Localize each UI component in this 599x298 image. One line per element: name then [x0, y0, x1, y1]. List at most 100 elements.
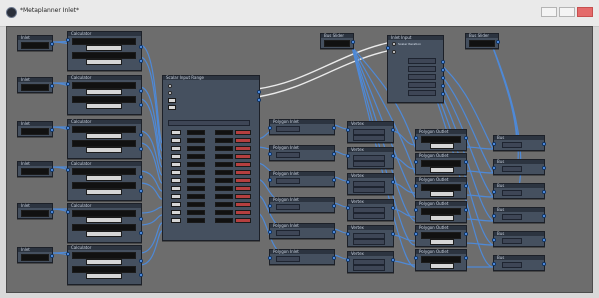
bus-node[interactable]: Bus — [492, 207, 546, 223]
outlet-port-icon[interactable] — [441, 68, 445, 72]
compile-button[interactable] — [86, 59, 122, 65]
row-max-field[interactable] — [235, 162, 251, 167]
inlet-port-icon[interactable] — [492, 190, 496, 194]
outlet-port-icon[interactable] — [542, 214, 546, 218]
value-field[interactable] — [276, 256, 300, 262]
row-enable-icon[interactable] — [171, 194, 181, 199]
compile-button[interactable] — [86, 103, 122, 109]
outlet-port-icon[interactable] — [464, 136, 468, 140]
row-value-field[interactable] — [187, 186, 205, 191]
outlet-port-icon[interactable] — [441, 76, 445, 80]
inlet-port-icon[interactable] — [268, 178, 272, 182]
polygon-inlet-node[interactable]: Polygon Inlet — [268, 197, 336, 213]
table-row[interactable] — [171, 162, 263, 168]
compile-button[interactable] — [86, 45, 122, 51]
compile-button[interactable] — [430, 167, 454, 173]
outlet-port-icon[interactable] — [139, 89, 143, 93]
vertex-node[interactable]: Vertex — [346, 173, 395, 195]
outlet-port-icon[interactable] — [542, 262, 546, 266]
table-row[interactable] — [171, 138, 263, 144]
row-enable-icon[interactable] — [171, 210, 181, 215]
calculator-node[interactable]: Calculator — [66, 75, 143, 115]
value-field[interactable] — [21, 42, 49, 49]
row-max-field[interactable] — [235, 146, 251, 151]
row-max-field[interactable] — [235, 218, 251, 223]
outlet-port-icon[interactable] — [464, 160, 468, 164]
radio-icon[interactable] — [392, 42, 396, 46]
param-node[interactable]: Inlet — [17, 161, 54, 177]
expression-field[interactable] — [72, 126, 136, 133]
outlet-port-icon[interactable] — [542, 238, 546, 242]
row-value-field[interactable] — [187, 162, 205, 167]
polygon-inlet-node[interactable]: Polygon Inlet — [268, 223, 336, 239]
compile-button[interactable] — [86, 231, 122, 237]
compile-button[interactable] — [86, 217, 122, 223]
bus-node[interactable]: Bus — [492, 183, 546, 199]
bus-node[interactable]: Bus — [492, 231, 546, 247]
outlet-port-icon[interactable] — [542, 190, 546, 194]
toggle-button[interactable] — [168, 105, 176, 110]
outlet-port-icon[interactable] — [332, 178, 336, 182]
value-field[interactable] — [353, 265, 385, 271]
outlet-port-icon[interactable] — [332, 152, 336, 156]
row-max-field[interactable] — [235, 130, 251, 135]
row-enable-icon[interactable] — [171, 154, 181, 159]
value-field[interactable] — [421, 160, 461, 167]
row-enable-icon[interactable] — [171, 162, 181, 167]
row-enable-icon[interactable] — [171, 138, 181, 143]
outlet-port-icon[interactable] — [391, 180, 395, 184]
outlet-port-icon[interactable] — [542, 166, 546, 170]
vertex-node[interactable]: Vertex — [346, 225, 395, 247]
outlet-port-icon[interactable] — [139, 147, 143, 151]
outlet-port-icon[interactable] — [50, 42, 54, 46]
outlet-port-icon[interactable] — [139, 59, 143, 63]
value-field[interactable] — [353, 161, 385, 167]
compile-button[interactable] — [430, 143, 454, 149]
outlet-port-icon[interactable] — [441, 84, 445, 88]
outlet-port-icon[interactable] — [351, 40, 355, 44]
close-icon[interactable] — [577, 7, 593, 17]
calculator-node[interactable]: Calculator — [66, 161, 143, 201]
value-field[interactable] — [21, 210, 49, 217]
polygon-outlet-node[interactable]: Polygon Outlet — [414, 201, 468, 223]
value-field[interactable] — [21, 128, 49, 135]
expression-field[interactable] — [72, 210, 136, 217]
outlet-port-icon[interactable] — [391, 206, 395, 210]
expression-field[interactable] — [72, 82, 136, 89]
outlet-port-icon[interactable] — [391, 258, 395, 262]
inlet-port-icon[interactable] — [386, 46, 390, 50]
inlet-port-icon[interactable] — [268, 204, 272, 208]
outlet-port-icon[interactable] — [464, 208, 468, 212]
inlet-port-icon[interactable] — [346, 154, 350, 158]
row-min-field[interactable] — [215, 138, 233, 143]
row-value-field[interactable] — [187, 138, 205, 143]
compile-button[interactable] — [86, 89, 122, 95]
value-field[interactable] — [353, 213, 385, 219]
inlet-port-icon[interactable] — [414, 184, 418, 188]
row-min-field[interactable] — [215, 170, 233, 175]
row-enable-icon[interactable] — [171, 218, 181, 223]
value-field[interactable] — [502, 190, 522, 196]
table-row[interactable] — [171, 194, 263, 200]
outlet-port-icon[interactable] — [464, 232, 468, 236]
calculator-node[interactable]: Calculator — [66, 203, 143, 243]
row-enable-icon[interactable] — [171, 202, 181, 207]
radio-icon[interactable] — [168, 84, 172, 88]
inlet-port-icon[interactable] — [414, 232, 418, 236]
outlet-port-icon[interactable] — [139, 45, 143, 49]
compile-button[interactable] — [86, 133, 122, 139]
outlet-port-icon[interactable] — [332, 256, 336, 260]
value-field[interactable] — [469, 40, 495, 47]
inlet-port-icon[interactable] — [492, 166, 496, 170]
row-enable-icon[interactable] — [171, 178, 181, 183]
inlet-port-icon[interactable] — [268, 152, 272, 156]
value-field[interactable] — [276, 152, 300, 158]
polygon-inlet-node[interactable]: Polygon Inlet — [268, 119, 336, 135]
table-row[interactable] — [171, 178, 263, 184]
row-min-field[interactable] — [215, 178, 233, 183]
inlet-port-icon[interactable] — [492, 142, 496, 146]
inlet-port-icon[interactable] — [66, 168, 70, 172]
value-field[interactable] — [21, 168, 49, 175]
outlet-port-icon[interactable] — [139, 103, 143, 107]
expression-field[interactable] — [72, 52, 136, 59]
